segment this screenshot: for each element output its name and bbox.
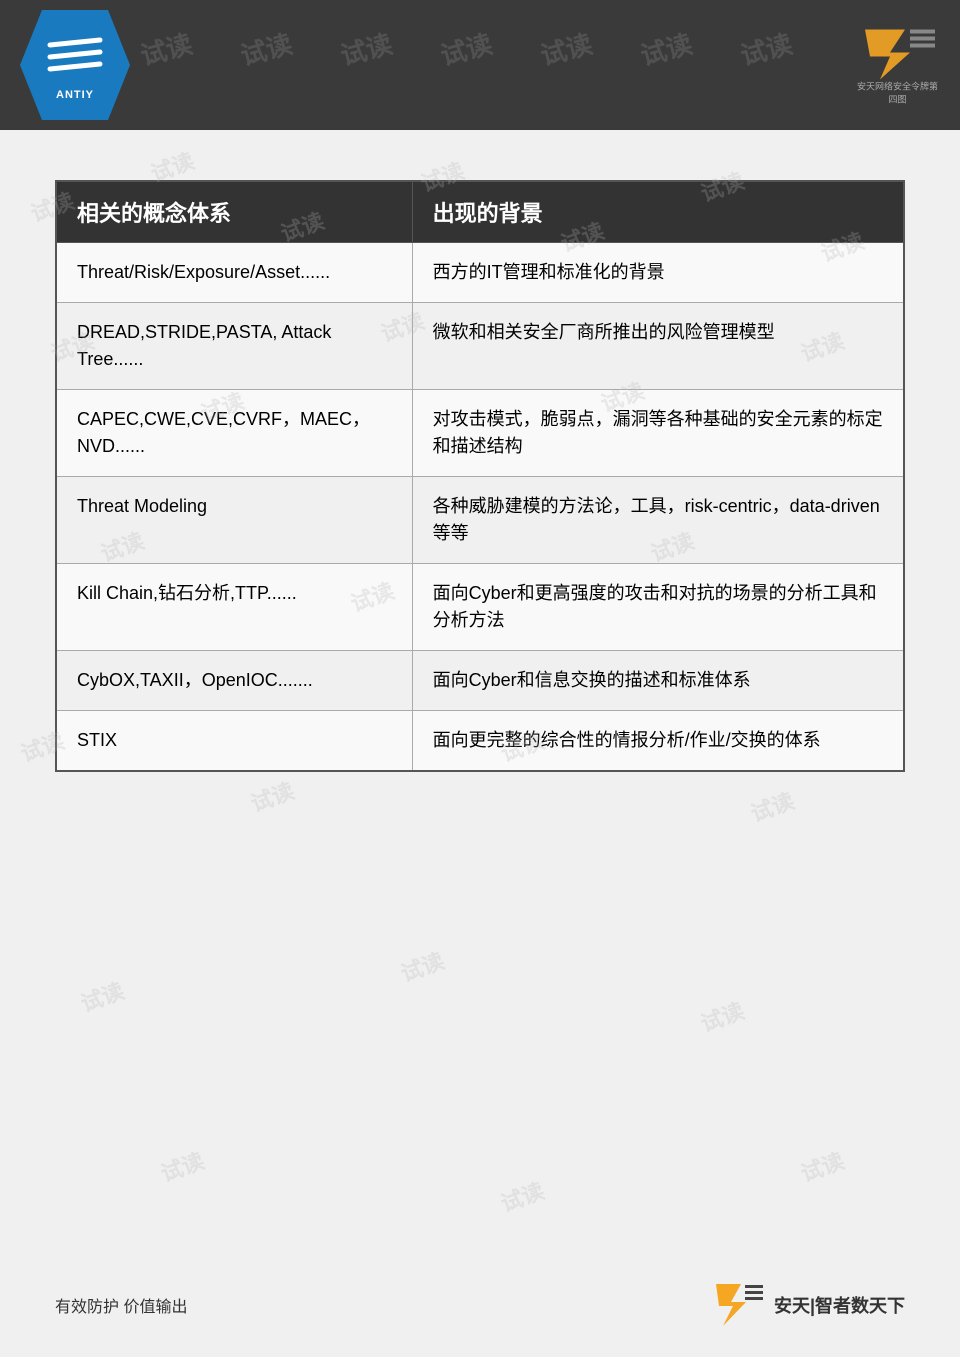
table-row: DREAD,STRIDE,PASTA, Attack Tree......微软和… bbox=[56, 303, 904, 390]
wm-21: 试读 bbox=[396, 943, 448, 988]
table-cell-left: Threat Modeling bbox=[56, 477, 412, 564]
footer-logo: 安天|智者数天下 bbox=[711, 1282, 905, 1327]
table-cell-left: CybOX,TAXII，OpenIOC....... bbox=[56, 651, 412, 711]
main-content: 相关的概念体系 出现的背景 Threat/Risk/Exposure/Asset… bbox=[0, 130, 960, 812]
wm-23: 试读 bbox=[156, 1143, 208, 1188]
header: 试读 试读 试读 试读 试读 试读 试读 ANTIY 安天网络安全令牌第四图 bbox=[0, 0, 960, 130]
header-watermark-1: 试读 bbox=[136, 24, 196, 73]
table-row: Kill Chain,钻石分析,TTP......面向Cyber和更高强度的攻击… bbox=[56, 564, 904, 651]
table-row: STIX面向更完整的综合性的情报分析/作业/交换的体系 bbox=[56, 711, 904, 772]
brand-subtitle: 安天网络安全令牌第四图 bbox=[855, 80, 940, 106]
col2-header: 出现的背景 bbox=[412, 181, 904, 243]
header-watermark-5: 试读 bbox=[536, 24, 596, 73]
table-cell-left: DREAD,STRIDE,PASTA, Attack Tree...... bbox=[56, 303, 412, 390]
col1-header: 相关的概念体系 bbox=[56, 181, 412, 243]
footer-left-text: 有效防护 价值输出 bbox=[55, 1293, 187, 1317]
header-watermark-3: 试读 bbox=[336, 24, 396, 73]
table-row: Threat/Risk/Exposure/Asset......西方的IT管理和… bbox=[56, 243, 904, 303]
table-cell-right: 面向更完整的综合性的情报分析/作业/交换的体系 bbox=[412, 711, 904, 772]
table-cell-right: 微软和相关安全厂商所推出的风险管理模型 bbox=[412, 303, 904, 390]
table-cell-left: STIX bbox=[56, 711, 412, 772]
wm-20: 试读 bbox=[76, 973, 128, 1018]
table-cell-left: CAPEC,CWE,CVE,CVRF，MAEC，NVD...... bbox=[56, 390, 412, 477]
table-row: CAPEC,CWE,CVE,CVRF，MAEC，NVD......对攻击模式，脆… bbox=[56, 390, 904, 477]
wm-25: 试读 bbox=[796, 1143, 848, 1188]
concept-table: 相关的概念体系 出现的背景 Threat/Risk/Exposure/Asset… bbox=[55, 180, 905, 772]
table-cell-left: Threat/Risk/Exposure/Asset...... bbox=[56, 243, 412, 303]
table-cell-right: 西方的IT管理和标准化的背景 bbox=[412, 243, 904, 303]
header-watermark-6: 试读 bbox=[636, 24, 696, 73]
header-brand: 安天网络安全令牌第四图 bbox=[855, 25, 940, 106]
header-logo: ANTIY bbox=[20, 10, 130, 120]
table-cell-right: 对攻击模式，脆弱点，漏洞等各种基础的安全元素的标定和描述结构 bbox=[412, 390, 904, 477]
table-cell-right: 面向Cyber和更高强度的攻击和对抗的场景的分析工具和分析方法 bbox=[412, 564, 904, 651]
table-row: CybOX,TAXII，OpenIOC.......面向Cyber和信息交换的描… bbox=[56, 651, 904, 711]
logo-text: ANTIY bbox=[56, 89, 94, 101]
table-cell-right: 各种威胁建模的方法论，工具，risk-centric，data-driven等等 bbox=[412, 477, 904, 564]
table-cell-right: 面向Cyber和信息交换的描述和标准体系 bbox=[412, 651, 904, 711]
footer-logo-icon bbox=[711, 1282, 766, 1327]
header-watermark-2: 试读 bbox=[236, 24, 296, 73]
footer: 有效防护 价值输出 安天|智者数天下 bbox=[0, 1282, 960, 1327]
wm-22: 试读 bbox=[696, 993, 748, 1038]
header-watermark-4: 试读 bbox=[436, 24, 496, 73]
table-cell-left: Kill Chain,钻石分析,TTP...... bbox=[56, 564, 412, 651]
wm-24: 试读 bbox=[496, 1173, 548, 1218]
footer-logo-text: 安天|智者数天下 bbox=[774, 1292, 905, 1318]
table-row: Threat Modeling各种威胁建模的方法论，工具，risk-centri… bbox=[56, 477, 904, 564]
header-watermark-7: 试读 bbox=[736, 24, 796, 73]
